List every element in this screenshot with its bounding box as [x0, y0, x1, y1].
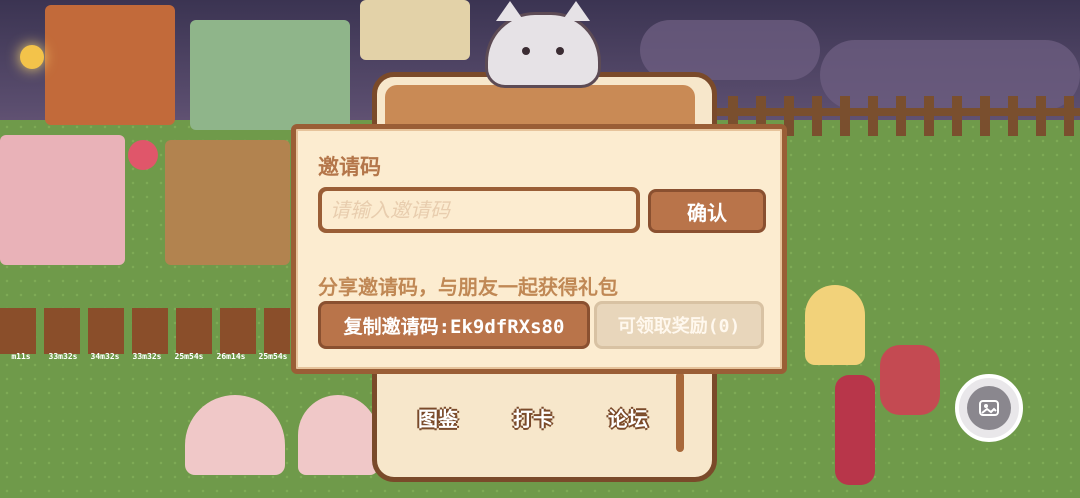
plant-timer: 34m32s: [90, 352, 120, 361]
lamp-light: [20, 45, 44, 69]
shell-seat: [298, 395, 378, 475]
plant-pots[interactable]: [0, 308, 290, 354]
cottage-house[interactable]: [45, 5, 175, 125]
cat-eye: [522, 47, 530, 55]
character-girl[interactable]: [805, 285, 865, 365]
cloud: [640, 20, 820, 80]
heart-balloon: [128, 140, 158, 170]
cat-mascot: [485, 1, 601, 88]
gallery-icon: [967, 386, 1011, 430]
share-description: 分享邀请码，与朋友一起获得礼包: [318, 275, 618, 299]
plant-timer: m11s: [11, 352, 31, 361]
copy-invite-code-button[interactable]: 复制邀请码:Ek9dfRXs80: [318, 301, 590, 349]
shop-sign-building[interactable]: [360, 0, 470, 60]
dialog-title: 邀请码: [318, 155, 381, 179]
invite-code-dialog: 邀请码 确认 分享邀请码，与朋友一起获得礼包 复制邀请码:Ek9dfRXs80 …: [291, 124, 787, 374]
confirm-button[interactable]: 确认: [648, 189, 766, 233]
rose-bush: [880, 345, 940, 415]
board-menu: 图鉴 打卡 论坛: [418, 403, 648, 432]
plant-timer: 25m54s: [174, 352, 204, 361]
green-shop[interactable]: [190, 20, 350, 130]
menu-item-collection[interactable]: 图鉴: [418, 403, 458, 432]
menu-item-checkin[interactable]: 打卡: [513, 403, 553, 432]
invite-input-frame: [318, 187, 640, 233]
gallery-button[interactable]: [955, 374, 1023, 442]
plant-timer: 26m14s: [216, 352, 246, 361]
plant-timer: 25m54s: [258, 352, 288, 361]
fence-rail: [700, 108, 1080, 116]
pink-house[interactable]: [0, 135, 125, 265]
plant-timers: m11s 33m32s 34m32s 33m32s 25m54s 26m14s 25m54s: [0, 352, 300, 361]
claim-reward-button[interactable]: 可领取奖励(0): [594, 301, 764, 349]
board-header: [385, 85, 695, 125]
menu-item-forum[interactable]: 论坛: [608, 403, 648, 432]
cat-eye: [556, 47, 564, 55]
tudor-house[interactable]: [165, 140, 290, 265]
plant-timer: 33m32s: [132, 352, 162, 361]
invite-code-input[interactable]: [322, 191, 636, 229]
plant-timer: 33m32s: [48, 352, 78, 361]
flower-column: [835, 375, 875, 485]
board-stick: [676, 372, 684, 452]
